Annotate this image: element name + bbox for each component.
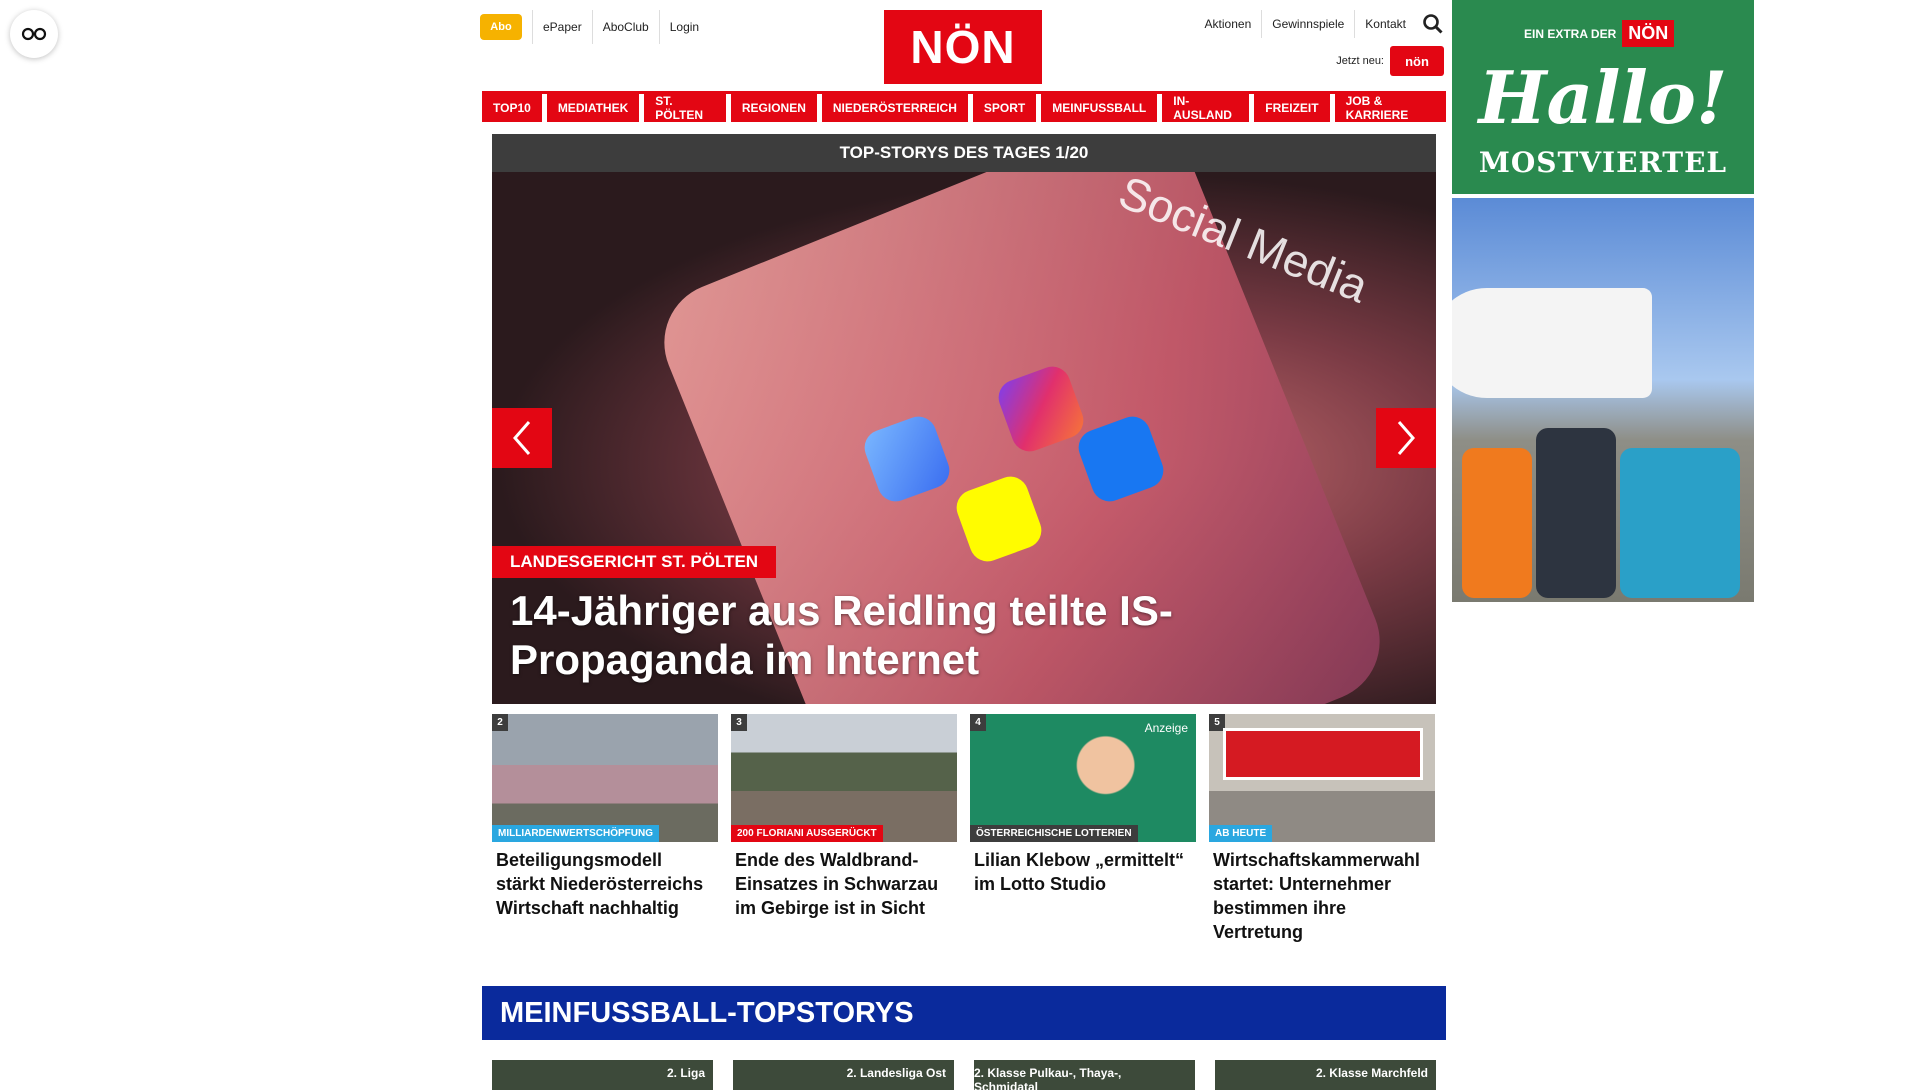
kontakt-link[interactable]: Kontakt [1355, 10, 1416, 38]
teaser-image: 2 MILLIARDENWERTSCHÖPFUNG [492, 714, 718, 842]
suitcase-dark-image [1536, 428, 1616, 598]
search-icon[interactable] [1422, 13, 1444, 35]
jetzt-neu-promo[interactable]: Jetzt neu: nön [1336, 46, 1444, 76]
epaper-link[interactable]: ePaper [532, 10, 592, 44]
story-number: 4 [970, 714, 986, 731]
advertisement-banner[interactable]: EIN EXTRA DER NÖN Hallo! MOSTVIERTEL [1452, 0, 1754, 194]
ad-extra-line: EIN EXTRA DER NÖN [1524, 20, 1675, 47]
nav-freizeit[interactable]: FREIZEIT [1254, 94, 1330, 122]
header-right-links: Aktionen Gewinnspiele Kontakt [1195, 10, 1444, 38]
story-number: 3 [731, 714, 747, 731]
ad-extra-logo: NÖN [1622, 20, 1675, 47]
gewinnspiele-link[interactable]: Gewinnspiele [1262, 10, 1356, 38]
nav-meinfussball[interactable]: MEINFUSSBALL [1041, 94, 1158, 122]
nav-in-ausland[interactable]: IN-AUSLAND [1162, 94, 1250, 122]
meinfussball-card[interactable]: 2. Klasse Pulkau-, Thaya-, Schmidatal [974, 1060, 1195, 1090]
site-header: Abo ePaper AboClub Login NÖN Aktionen Ge… [480, 0, 1444, 86]
teaser-title[interactable]: Beteiligungsmodell stärkt Niederösterrei… [492, 842, 718, 920]
advertisement-image[interactable] [1452, 198, 1754, 602]
ad-region: MOSTVIERTEL [1478, 146, 1728, 179]
meinfussball-cards: 2. Liga 2. Landesliga Ost 2. Klasse Pulk… [492, 1060, 1436, 1090]
nav-top10[interactable]: TOP10 [482, 94, 542, 122]
teaser-kicker: 200 FLORIANI AUSGERÜCKT [731, 825, 883, 842]
hero-story[interactable]: Social Media LANDESGERICHT ST. PÖLTEN 14… [492, 172, 1436, 704]
teaser-kicker: ÖSTERREICHISCHE LOTTERIEN [970, 825, 1138, 842]
main-nav: TOP10 MEDIATHEK ST. PÖLTEN REGIONEN NIED… [482, 91, 1446, 122]
jetzt-neu-badge: nön [1390, 46, 1444, 76]
airplane-image [1452, 288, 1652, 398]
teaser-title[interactable]: Ende des Waldbrand-Einsatzes in Schwarza… [731, 842, 957, 920]
teaser-kicker: AB HEUTE [1209, 825, 1273, 842]
ad-extra-text: EIN EXTRA DER [1524, 26, 1617, 41]
previous-arrow[interactable] [492, 408, 552, 468]
suitcase-orange-image [1462, 448, 1532, 598]
nav-job-karriere[interactable]: JOB & KARRIERE [1334, 94, 1446, 122]
teaser-image: 3 200 FLORIANI AUSGERÜCKT [731, 714, 957, 842]
meinfussball-card[interactable]: 2. Landesliga Ost [733, 1060, 954, 1090]
nav-sport[interactable]: SPORT [972, 94, 1037, 122]
top-links: ePaper AboClub Login [532, 10, 709, 44]
wko-sign-image [1223, 728, 1423, 780]
league-label: 2. Klasse Marchfeld [1315, 1066, 1428, 1080]
story-teasers: 2 MILLIARDENWERTSCHÖPFUNG Beteiligungsmo… [492, 714, 1436, 944]
league-label: 2. Landesliga Ost [846, 1066, 946, 1080]
hero-headline[interactable]: 14-Jähriger aus Reidling teilte IS-Propa… [510, 586, 1390, 684]
aktionen-link[interactable]: Aktionen [1195, 10, 1263, 38]
teaser-card[interactable]: 2 MILLIARDENWERTSCHÖPFUNG Beteiligungsmo… [492, 714, 718, 944]
teaser-title[interactable]: Lilian Klebow „ermittelt“ im Lotto Studi… [970, 842, 1196, 896]
reader-mode-button[interactable] [10, 10, 58, 58]
teaser-card[interactable]: 5 AB HEUTE Wirtschaftskammerwahl startet… [1209, 714, 1435, 944]
chevron-left-icon [513, 421, 531, 455]
next-arrow[interactable] [1376, 408, 1436, 468]
ad-hallo-title: Hallo! [1478, 55, 1728, 140]
nav-niederoesterreich[interactable]: NIEDERÖSTERREICH [821, 94, 968, 122]
site-logo[interactable]: NÖN [884, 10, 1042, 84]
league-label: 2. Liga [666, 1066, 705, 1080]
meinfussball-card[interactable]: 2. Liga [492, 1060, 713, 1090]
nav-mediathek[interactable]: MEDIATHEK [546, 94, 640, 122]
meinfussball-card[interactable]: 2. Klasse Marchfeld [1215, 1060, 1436, 1090]
teaser-card[interactable]: 3 200 FLORIANI AUSGERÜCKT Ende des Waldb… [731, 714, 957, 944]
story-number: 2 [492, 714, 508, 731]
teaser-title[interactable]: Wirtschaftskammerwahl startet: Unternehm… [1209, 842, 1435, 944]
login-link[interactable]: Login [658, 10, 709, 44]
glasses-icon [21, 27, 47, 41]
league-label: 2. Klasse Pulkau-, Thaya-, Schmidatal [974, 1066, 1122, 1090]
chevron-right-icon [1397, 421, 1415, 455]
abo-button[interactable]: Abo [480, 14, 522, 40]
aboclub-link[interactable]: AboClub [591, 10, 659, 44]
teaser-card[interactable]: 4 Anzeige ÖSTERREICHISCHE LOTTERIEN Lili… [970, 714, 1196, 944]
ad-label: Anzeige [1144, 721, 1188, 735]
meinfussball-heading[interactable]: MEINFUSSBALL-TOPSTORYS [482, 986, 1446, 1040]
nav-regionen[interactable]: REGIONEN [730, 94, 817, 122]
teaser-image: 4 Anzeige ÖSTERREICHISCHE LOTTERIEN [970, 714, 1196, 842]
jetzt-neu-label: Jetzt neu: [1336, 55, 1384, 67]
top-stories: TOP-STORYS DES TAGES 1/20 Social Media L… [492, 134, 1436, 704]
nav-st-poelten[interactable]: ST. PÖLTEN [644, 94, 726, 122]
teaser-image: 5 AB HEUTE [1209, 714, 1435, 842]
suitcase-blue-image [1620, 448, 1740, 598]
teaser-kicker: MILLIARDENWERTSCHÖPFUNG [492, 825, 659, 842]
hero-kicker[interactable]: LANDESGERICHT ST. PÖLTEN [492, 546, 777, 578]
top-stories-heading: TOP-STORYS DES TAGES 1/20 [492, 134, 1436, 172]
